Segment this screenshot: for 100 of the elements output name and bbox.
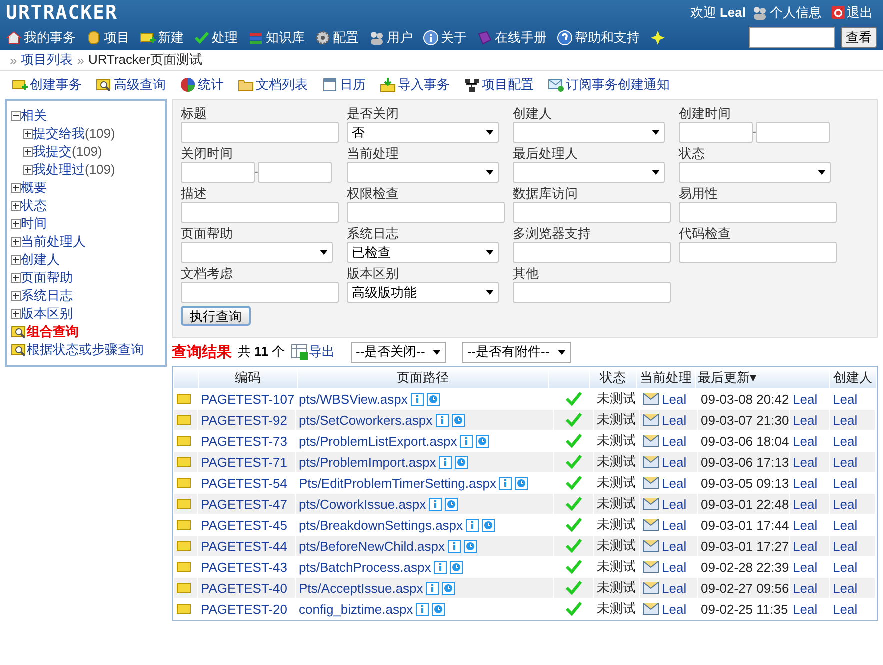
handler-link[interactable]: Leal <box>662 392 687 406</box>
expand-icon[interactable] <box>11 237 21 247</box>
toolbar-link[interactable]: 项目配置 <box>464 76 534 94</box>
nav-item[interactable]: 关于 <box>423 28 467 46</box>
handler-link[interactable]: Leal <box>662 538 687 554</box>
creator-link[interactable]: Leal <box>833 602 858 616</box>
expand-icon[interactable] <box>11 219 21 229</box>
handler-link[interactable]: Leal <box>662 434 687 448</box>
text-field[interactable] <box>181 122 339 143</box>
info-icon[interactable] <box>439 456 452 468</box>
info-icon[interactable] <box>436 414 449 426</box>
profile-link[interactable]: 个人信息 <box>752 4 822 22</box>
breadcrumb-link[interactable]: 项目列表 <box>21 51 74 69</box>
creator-link[interactable]: Leal <box>833 412 858 428</box>
text-field[interactable] <box>513 242 671 263</box>
tree-item[interactable]: 时间 <box>21 215 47 233</box>
text-field[interactable] <box>181 202 339 223</box>
clock-icon[interactable] <box>482 518 496 532</box>
updated-by-link[interactable]: Leal <box>793 580 818 596</box>
tree-item[interactable]: 系统日志 <box>21 287 73 305</box>
tree-item[interactable]: 我处理过(109) <box>33 161 116 179</box>
select-field[interactable]: 否 <box>347 122 499 143</box>
page-path-link[interactable]: Pts/EditProblemTimerSetting.aspx <box>299 476 496 490</box>
clock-icon[interactable] <box>450 560 464 574</box>
info-icon[interactable] <box>460 434 474 448</box>
page-path-link[interactable]: pts/ProblemListExport.aspx <box>299 434 458 448</box>
nav-item[interactable]: 知识库 <box>248 28 305 46</box>
updated-by-link[interactable]: Leal <box>793 434 818 448</box>
issue-code-link[interactable]: PAGETEST-20 <box>201 602 288 616</box>
updated-by-link[interactable]: Leal <box>793 560 818 574</box>
creator-link[interactable]: Leal <box>833 476 858 490</box>
select-field[interactable] <box>181 242 333 263</box>
filter-select[interactable]: --是否关闭-- <box>351 342 446 362</box>
text-field[interactable] <box>679 242 837 263</box>
text-field[interactable] <box>679 202 837 223</box>
expand-icon[interactable] <box>11 201 21 211</box>
updated-by-link[interactable]: Leal <box>793 518 818 532</box>
info-icon[interactable] <box>416 602 430 616</box>
select-field[interactable] <box>347 162 499 183</box>
handler-link[interactable]: Leal <box>662 602 687 616</box>
tree-item[interactable]: 概要 <box>21 179 47 197</box>
creator-link[interactable]: Leal <box>833 580 858 596</box>
info-icon[interactable] <box>448 540 461 552</box>
updated-by-link[interactable]: Leal <box>793 496 818 512</box>
page-path-link[interactable]: config_biztime.aspx <box>299 602 414 616</box>
tree-item[interactable]: 页面帮助 <box>21 269 73 287</box>
nav-item[interactable]: 在线手册 <box>477 28 547 46</box>
toolbar-link[interactable]: 文档列表 <box>238 76 308 94</box>
handler-link[interactable]: Leal <box>662 518 687 532</box>
issue-code-link[interactable]: PAGETEST-71 <box>201 454 288 470</box>
expand-icon[interactable] <box>11 309 21 319</box>
header-cell[interactable]: 最后更新▾ <box>696 368 829 388</box>
nav-item[interactable]: 处理 <box>194 28 238 46</box>
expand-icon[interactable] <box>11 291 21 301</box>
date-from-field[interactable] <box>181 162 255 183</box>
issue-code-link[interactable]: PAGETEST-92 <box>201 412 288 428</box>
logout-link[interactable]: 退出 <box>832 4 873 22</box>
toolbar-link[interactable]: 高级查询 <box>96 76 166 94</box>
creator-link[interactable]: Leal <box>833 538 858 554</box>
creator-link[interactable]: Leal <box>833 454 858 470</box>
tree-item[interactable]: 提交给我(109) <box>33 125 116 143</box>
updated-by-link[interactable]: Leal <box>793 476 818 490</box>
page-path-link[interactable]: pts/BreakdownSettings.aspx <box>299 518 464 532</box>
text-field[interactable] <box>513 202 671 223</box>
expand-icon[interactable] <box>23 129 33 139</box>
info-icon[interactable] <box>499 476 512 490</box>
text-field[interactable] <box>347 202 505 223</box>
execute-query-button[interactable]: 执行查询 <box>181 306 251 326</box>
collapse-icon[interactable] <box>11 111 21 121</box>
updated-by-link[interactable]: Leal <box>793 392 818 406</box>
nav-item[interactable]: 帮助和支持 <box>557 28 640 46</box>
info-icon[interactable] <box>426 582 440 594</box>
info-icon[interactable] <box>410 392 424 406</box>
issue-code-link[interactable]: PAGETEST-43 <box>201 560 288 574</box>
issue-code-link[interactable]: PAGETEST-47 <box>201 496 288 512</box>
nav-item[interactable]: 用户 <box>369 28 413 46</box>
toolbar-link[interactable]: 日历 <box>322 76 366 94</box>
creator-link[interactable]: Leal <box>833 434 858 448</box>
issue-code-link[interactable]: PAGETEST-54 <box>201 476 288 490</box>
search-field[interactable] <box>749 27 835 48</box>
issue-code-link[interactable]: PAGETEST-73 <box>201 434 288 448</box>
toolbar-link[interactable]: 订阅事务创建通知 <box>548 76 670 94</box>
date-from-field[interactable] <box>679 122 753 143</box>
page-path-link[interactable]: pts/CoworkIssue.aspx <box>299 496 426 512</box>
creator-link[interactable]: Leal <box>833 560 858 574</box>
date-to-field[interactable] <box>258 162 332 183</box>
tree-item[interactable]: 根据状态或步骤查询 <box>27 341 144 359</box>
nav-item[interactable]: 新建 <box>140 28 184 46</box>
clock-icon[interactable] <box>455 456 468 468</box>
clock-icon[interactable] <box>445 498 458 510</box>
clock-icon[interactable] <box>476 434 490 448</box>
tree-item[interactable]: 组合查询 <box>27 323 79 341</box>
select-field[interactable]: 高级版功能 <box>347 282 499 303</box>
updated-by-link[interactable]: Leal <box>793 538 818 554</box>
expand-icon[interactable] <box>11 183 21 193</box>
handler-link[interactable]: Leal <box>662 412 687 428</box>
info-icon[interactable] <box>434 560 448 574</box>
expand-icon[interactable] <box>11 273 21 283</box>
date-to-field[interactable] <box>756 122 830 143</box>
nav-item[interactable]: 项目 <box>86 28 130 46</box>
